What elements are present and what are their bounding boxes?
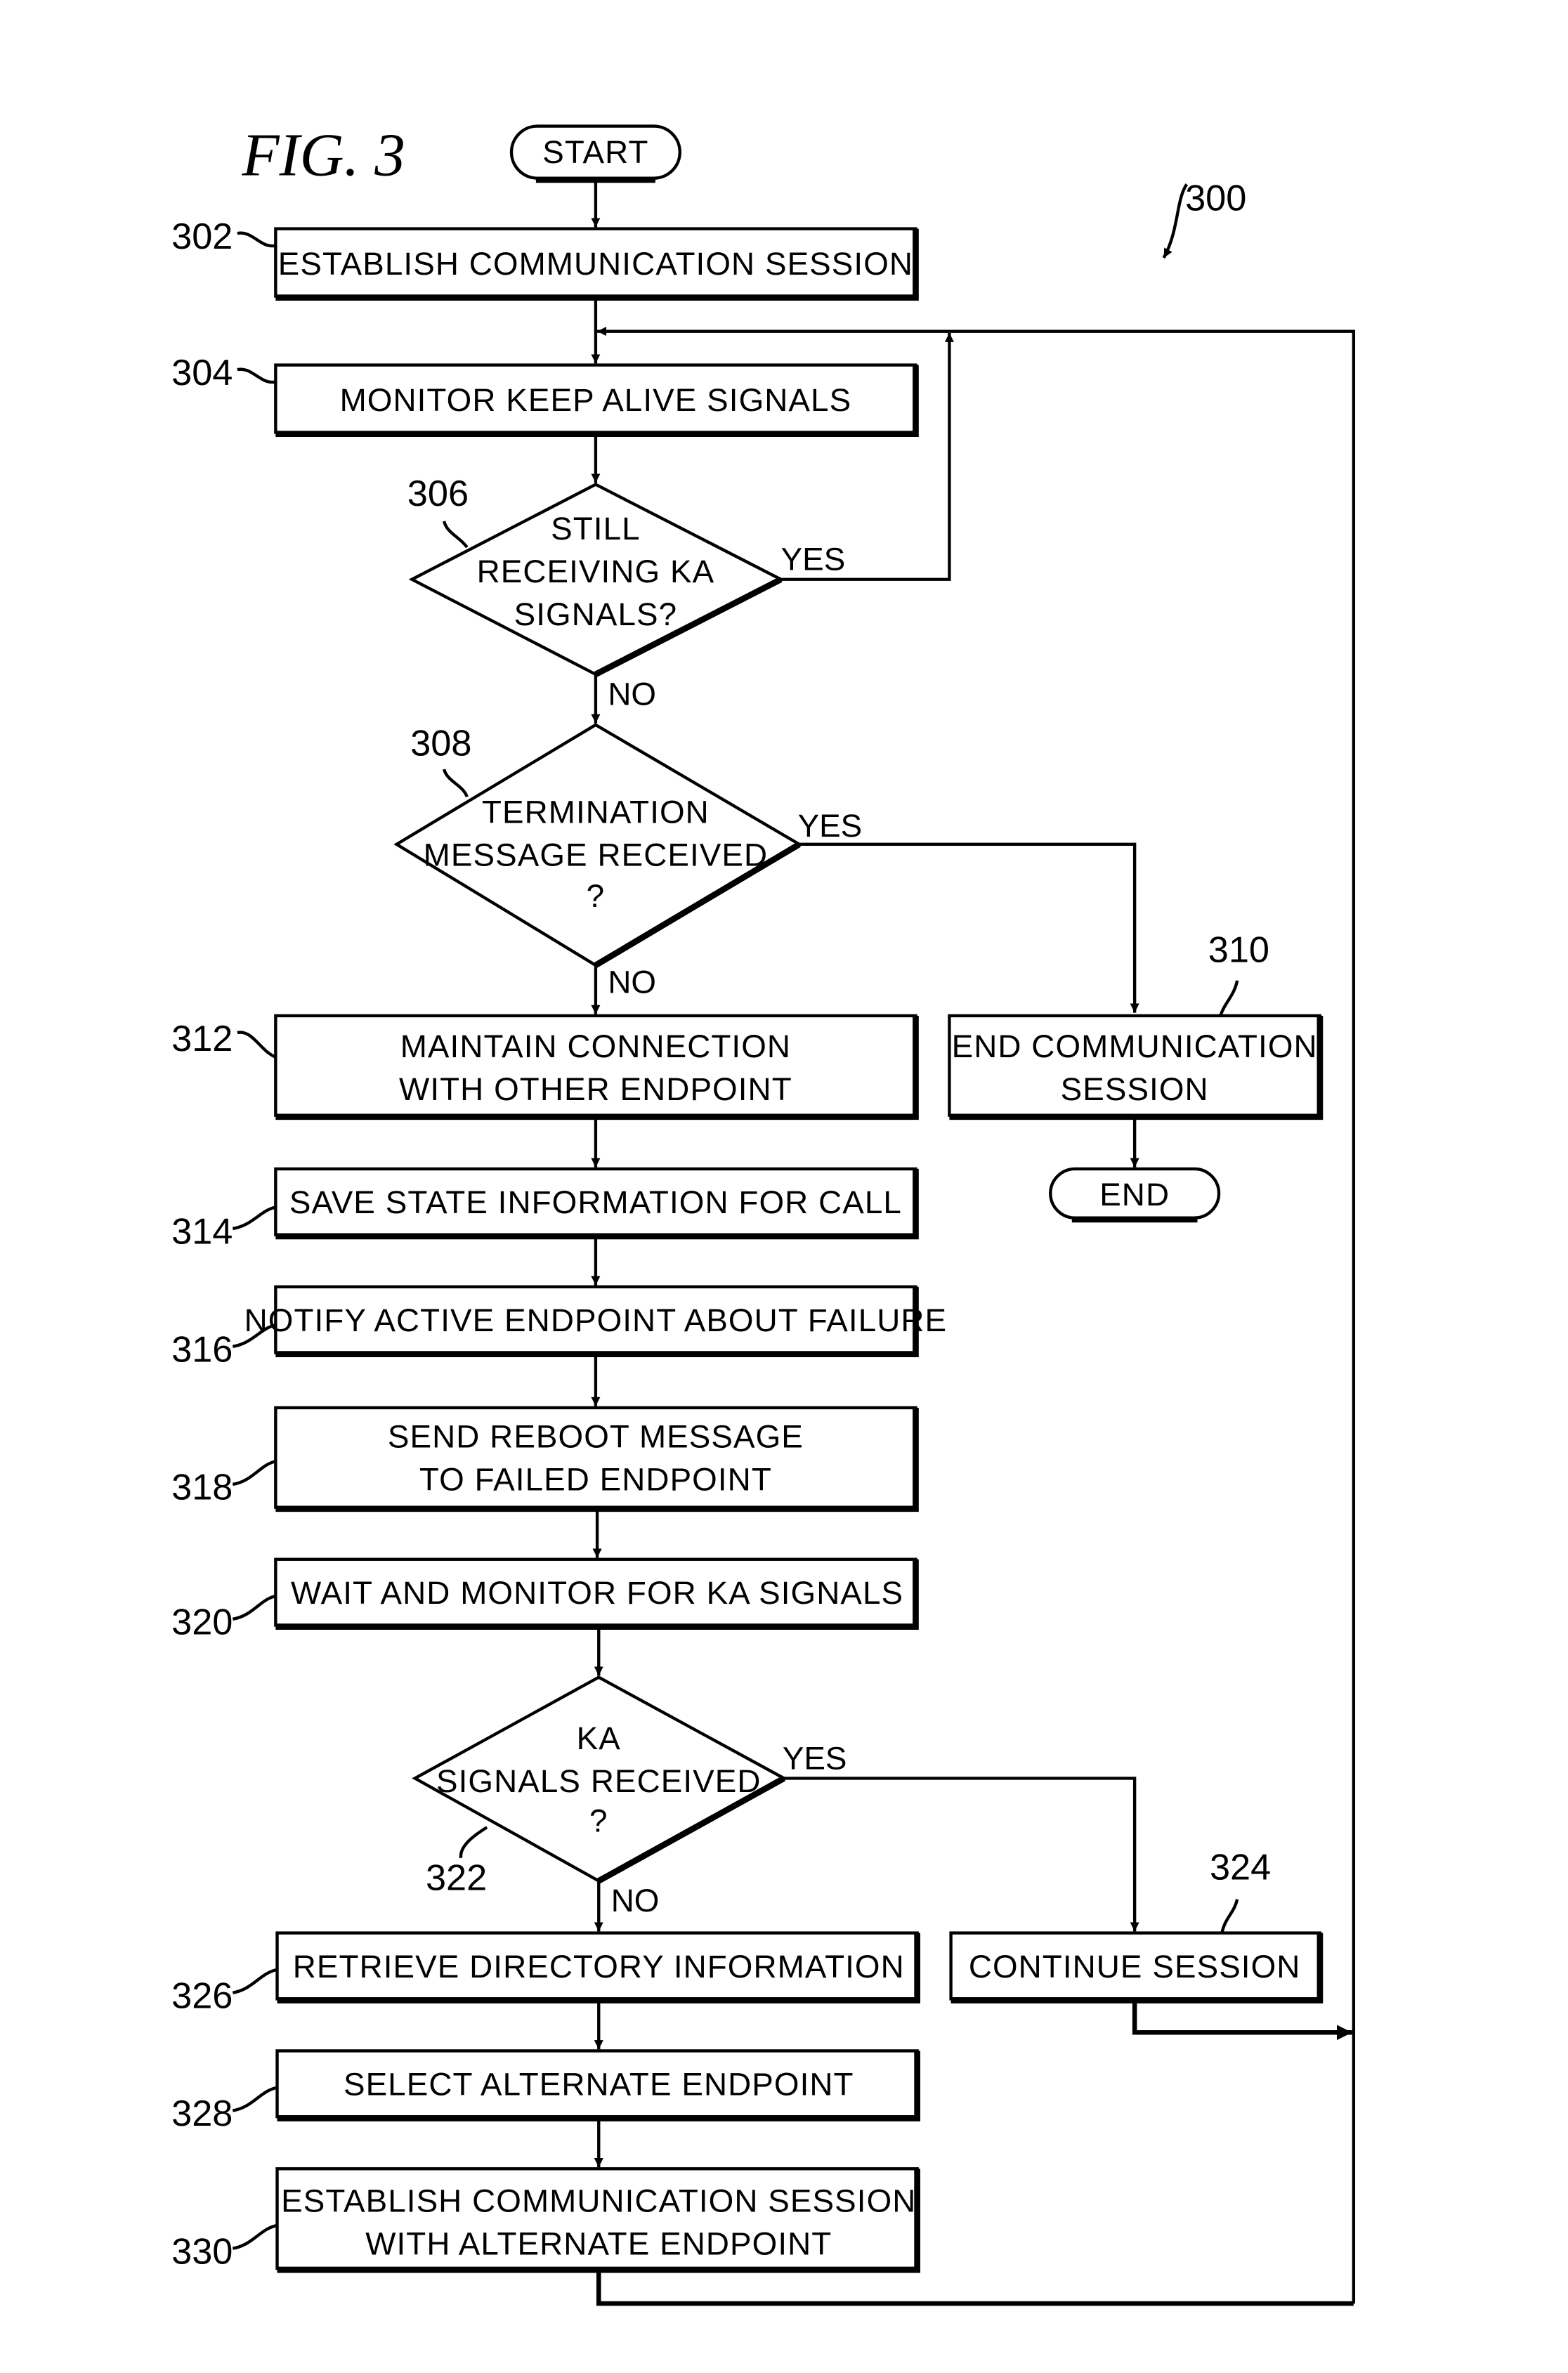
decision-322-line-2: SIGNALS RECEIVED — [436, 1763, 762, 1799]
decision-306-line-2: RECEIVING KA — [477, 554, 715, 589]
step-312-line-2: WITH OTHER ENDPOINT — [399, 1071, 792, 1107]
step-324-leader — [1220, 1899, 1239, 1934]
step-304-leader — [237, 367, 276, 384]
figure-reference-leader — [1162, 183, 1189, 259]
step-310-line-2: SESSION — [1061, 1071, 1209, 1107]
step-302-box: ESTABLISH COMMUNICATION SESSION — [274, 227, 919, 301]
step-304-text: MONITOR KEEP ALIVE SIGNALS — [340, 382, 852, 418]
decision-308-ref: 308 — [410, 723, 471, 764]
step-330-ref: 330 — [171, 2231, 233, 2272]
decision-322-no-label: NO — [611, 1883, 660, 1918]
step-320-leader — [232, 1594, 276, 1621]
step-316-box: NOTIFY ACTIVE ENDPOINT ABOUT FAILURE — [244, 1285, 948, 1358]
end-label: END — [1099, 1177, 1170, 1212]
decision-306-ref: 306 — [407, 473, 469, 514]
step-324-ref: 324 — [1210, 1847, 1271, 1888]
step-302-ref: 302 — [171, 216, 233, 257]
step-312-leader — [237, 1031, 277, 1059]
decision-308-yes-label: YES — [798, 808, 863, 844]
step-324-box: CONTINUE SESSION — [949, 1931, 1324, 2003]
step-326-ref: 326 — [171, 1975, 233, 2016]
step-318-ref: 318 — [171, 1467, 233, 1508]
step-318-box: SEND REBOOT MESSAGE TO FAILED ENDPOINT — [274, 1406, 919, 1512]
decision-322-yes-label: YES — [783, 1740, 847, 1776]
step-302-leader — [237, 231, 276, 248]
decision-306-yes-label: YES — [781, 542, 846, 577]
decision-322-leader — [459, 1826, 488, 1859]
decision-322-line-3: ? — [589, 1803, 608, 1839]
step-312-line-1: MAINTAIN CONNECTION — [400, 1028, 791, 1064]
decision-308-no-label: NO — [608, 964, 656, 1000]
decision-322-ref: 322 — [426, 1858, 487, 1899]
step-314-text: SAVE STATE INFORMATION FOR CALL — [289, 1184, 902, 1220]
decision-308-line-2: MESSAGE RECEIVED — [424, 837, 768, 872]
step-326-text: RETRIEVE DIRECTORY INFORMATION — [293, 1949, 905, 1985]
step-324-text: CONTINUE SESSION — [969, 1949, 1301, 1985]
step-310-line-1: END COMMUNICATION — [952, 1028, 1318, 1064]
decision-306-line-3: SIGNALS? — [514, 596, 678, 632]
flowchart: FIG. 3 300 START ESTABLISH COMMUNICATION… — [171, 120, 1356, 2306]
decision-308-line-1: TERMINATION — [482, 794, 710, 830]
step-330-line-2: WITH ALTERNATE ENDPOINT — [365, 2225, 832, 2261]
decision-306-line-1: STILL — [551, 511, 641, 547]
step-320-box: WAIT AND MONITOR FOR KA SIGNALS — [274, 1557, 919, 1630]
step-328-leader — [232, 2086, 278, 2112]
step-330-box: ESTABLISH COMMUNICATION SESSION WITH ALT… — [275, 2167, 920, 2273]
step-312-box: MAINTAIN CONNECTION WITH OTHER ENDPOINT — [274, 1014, 919, 1120]
arrow-322-yes-324 — [784, 1777, 1139, 1932]
step-304-ref: 304 — [171, 353, 233, 393]
step-326-box: RETRIEVE DIRECTORY INFORMATION — [275, 1931, 920, 2003]
step-320-text: WAIT AND MONITOR FOR KA SIGNALS — [291, 1575, 903, 1611]
step-314-box: SAVE STATE INFORMATION FOR CALL — [274, 1167, 919, 1240]
step-320-ref: 320 — [171, 1602, 233, 1643]
decision-308-line-3: ? — [587, 878, 606, 914]
decision-306-no-label: NO — [608, 676, 656, 712]
decision-306-leader — [442, 521, 469, 549]
arrow-308-yes-310 — [799, 842, 1139, 1013]
arrow-324-loop — [1132, 2000, 1352, 2041]
decision-322: KA SIGNALS RECEIVED ? — [412, 1675, 788, 1884]
start-terminal: START — [509, 124, 681, 183]
step-314-ref: 314 — [171, 1212, 233, 1253]
step-310-leader — [1219, 980, 1239, 1016]
step-330-leader — [232, 2223, 278, 2250]
end-terminal: END — [1049, 1167, 1221, 1223]
step-328-box: SELECT ALTERNATE ENDPOINT — [275, 2049, 920, 2122]
step-302-text: ESTABLISH COMMUNICATION SESSION — [278, 246, 913, 282]
figure-reference-label: 300 — [1185, 178, 1246, 218]
step-328-text: SELECT ALTERNATE ENDPOINT — [344, 2067, 854, 2103]
step-318-leader — [232, 1460, 276, 1486]
step-316-ref: 316 — [171, 1330, 233, 1371]
step-316-text: NOTIFY ACTIVE ENDPOINT ABOUT FAILURE — [244, 1302, 948, 1338]
decision-308-leader — [442, 769, 469, 798]
step-310-ref: 310 — [1208, 930, 1269, 971]
step-326-leader — [232, 1968, 278, 1994]
decision-322-line-1: KA — [577, 1720, 621, 1756]
step-304-box: MONITOR KEEP ALIVE SIGNALS — [274, 363, 919, 438]
figure-title: FIG. 3 — [241, 120, 405, 188]
start-label: START — [542, 134, 648, 170]
arrow-330-loop — [596, 2270, 1354, 2306]
step-310-box: END COMMUNICATION SESSION — [948, 1014, 1324, 1120]
step-318-line-2: TO FAILED ENDPOINT — [419, 1462, 772, 1498]
step-328-ref: 328 — [171, 2093, 233, 2134]
step-318-line-1: SEND REBOOT MESSAGE — [388, 1419, 804, 1455]
step-330-line-1: ESTABLISH COMMUNICATION SESSION — [281, 2183, 916, 2218]
step-314-leader — [232, 1205, 276, 1231]
step-312-ref: 312 — [171, 1019, 233, 1059]
